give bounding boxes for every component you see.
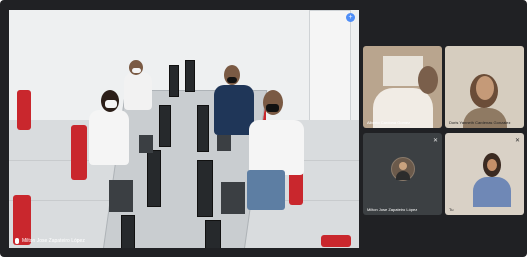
chair: [71, 125, 87, 180]
main-participant-name: Milton Jose Zapateiro López: [15, 238, 85, 244]
avatar-head: [399, 162, 407, 170]
keyboard: [139, 135, 153, 153]
mic-off-icon: ✕: [514, 138, 520, 144]
participant-tile[interactable]: ✕ Milton Jose Zapateiro López: [363, 133, 442, 215]
avatar-body: [396, 171, 410, 180]
participant-tile[interactable]: Doris Yanneth Cardenas Gonzalez: [445, 46, 524, 128]
chair: [17, 90, 31, 130]
participant-tile[interactable]: ✕ Tu: [445, 133, 524, 215]
computer-monitor: [197, 160, 213, 217]
person-white-shirt: [249, 120, 304, 175]
video-call-window: + Milton Jose Zapateiro López Alberto Ca…: [0, 0, 527, 257]
computer-monitor: [147, 150, 161, 207]
person-navy-shirt: [214, 85, 254, 135]
computer-monitor: [169, 65, 179, 97]
keyboard: [109, 180, 133, 212]
jeans: [247, 170, 285, 210]
face-mask: [132, 68, 141, 73]
participant-name: Milton Jose Zapateiro López: [367, 207, 418, 212]
main-participant-label: Milton Jose Zapateiro López: [22, 238, 85, 244]
computer-monitor: [205, 220, 221, 248]
background-wall: [383, 56, 423, 86]
keyboard: [217, 135, 231, 151]
pin-icon[interactable]: +: [346, 13, 355, 22]
participant-name: Tu: [449, 207, 454, 212]
person-white-shirt: [124, 72, 152, 110]
keyboard: [221, 182, 245, 214]
computer-monitor: [159, 105, 171, 147]
computer-monitor: [121, 215, 135, 248]
main-video-tile[interactable]: + Milton Jose Zapateiro López: [9, 10, 359, 248]
participant-name: Alberto Cardona Gomez: [367, 120, 411, 125]
person-white-shirt: [89, 110, 129, 165]
mic-icon: [15, 238, 19, 244]
classroom-door: [309, 10, 351, 122]
participant-face: [476, 76, 494, 100]
participant-face: [487, 159, 497, 171]
avatar: [391, 157, 415, 181]
face-mask: [227, 77, 237, 83]
participant-head: [418, 66, 438, 94]
participant-shirt: [473, 177, 511, 207]
face-mask: [266, 104, 279, 112]
computer-monitor: [197, 105, 209, 152]
participant-shirt: [463, 108, 507, 128]
mic-off-icon: ✕: [432, 138, 438, 144]
face-mask: [105, 100, 117, 108]
participant-name: Doris Yanneth Cardenas Gonzalez: [449, 120, 511, 125]
chair: [321, 235, 351, 247]
participant-tile[interactable]: Alberto Cardona Gomez: [363, 46, 442, 128]
computer-monitor: [185, 60, 195, 92]
